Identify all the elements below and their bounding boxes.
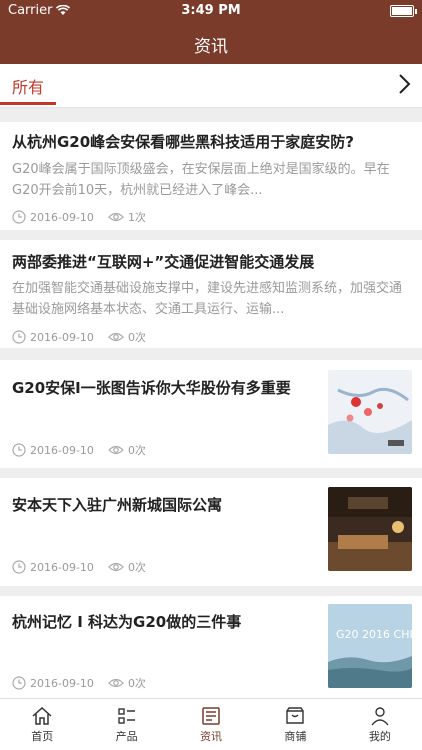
eye-icon — [108, 212, 124, 222]
article-title: 杭州记忆 I 科达为G20做的三件事 — [12, 613, 242, 631]
article-title: G20安保I一张图告诉你大华股份有多重要 — [12, 379, 291, 397]
shop-icon — [286, 706, 305, 724]
article-date: 2016-09-10 — [30, 330, 94, 344]
bottom-nav: 首页 产品 资讯 商铺 我的 — [0, 698, 422, 750]
tab-active-indicator — [0, 102, 56, 105]
article-meta: 2016-09-10 0次 — [12, 442, 146, 458]
clock-icon — [12, 560, 26, 574]
status-time: 3:49 PM — [181, 3, 241, 18]
article-views: 0次 — [127, 677, 146, 690]
list-item[interactable]: 杭州记忆 I 科达为G20做的三件事 2016-09-10 0次 G20 201… — [0, 596, 422, 698]
article-title: 安本天下入驻广州新城国际公寓 — [12, 496, 223, 514]
article-title: 从杭州G20峰会安保看哪些黑科技适用于家庭安防? — [12, 133, 354, 151]
article-thumbnail: G20 2016 CHINA — [328, 604, 412, 688]
eye-icon — [108, 562, 124, 572]
article-views: 0次 — [127, 561, 146, 574]
article-views: 1次 — [127, 211, 146, 224]
list-item[interactable]: 两部委推进“互联网+”交通促进智能交通发展 在加强智能交通基础设施支撑中，建设先… — [0, 240, 422, 348]
nav-profile[interactable]: 我的 — [338, 699, 422, 750]
nav-label: 我的 — [368, 729, 391, 743]
article-meta: 2016-09-10 0次 — [12, 559, 146, 575]
battery-icon — [390, 5, 417, 17]
article-date: 2016-09-10 — [30, 443, 94, 457]
article-views: 0次 — [127, 444, 146, 457]
clock-icon — [12, 676, 26, 690]
article-thumbnail — [328, 487, 412, 571]
article-date: 2016-09-10 — [30, 560, 94, 574]
status-bar: Carrier 3:49 PM — [0, 0, 422, 22]
nav-news[interactable]: 资讯 — [169, 699, 253, 750]
home-icon — [32, 706, 52, 725]
news-icon — [202, 706, 220, 725]
clock-icon — [12, 330, 26, 344]
article-summary: 在加强智能交通基础设施支撑中，建设先进感知监测系统，加强交通基础设施网络基本状态… — [12, 281, 403, 317]
map-thumbnail — [328, 370, 412, 454]
nav-products[interactable]: 产品 — [84, 699, 168, 750]
nav-label: 首页 — [31, 729, 54, 743]
list-item[interactable]: 安本天下入驻广州新城国际公寓 2016-09-10 0次 — [0, 478, 422, 586]
tab-all[interactable]: 所有 — [12, 74, 44, 98]
lobby-thumbnail — [328, 487, 412, 571]
article-list: 从杭州G20峰会安保看哪些黑科技适用于家庭安防? G20峰会属于国际顶级盛会，在… — [0, 108, 422, 698]
g20-thumbnail: G20 2016 CHINA — [328, 604, 412, 688]
list-item[interactable]: 从杭州G20峰会安保看哪些黑科技适用于家庭安防? G20峰会属于国际顶级盛会，在… — [0, 122, 422, 230]
clock-icon — [12, 443, 26, 457]
article-date: 2016-09-10 — [30, 210, 94, 224]
article-views: 0次 — [127, 331, 146, 344]
eye-icon — [108, 332, 124, 342]
nav-home[interactable]: 首页 — [0, 699, 84, 750]
article-date: 2016-09-10 — [30, 676, 94, 690]
user-icon — [371, 706, 389, 725]
page-title: 资讯 — [194, 37, 228, 57]
app-header: Carrier 3:49 PM 资讯 — [0, 0, 422, 64]
thumb-label: G20 2016 CHINA — [336, 628, 412, 641]
chevron-right-icon[interactable] — [398, 72, 412, 96]
clock-icon — [12, 210, 26, 224]
article-summary: G20峰会属于国际顶级盛会，在安保层面上绝对是国家级的。早在G20开会前10天，… — [12, 162, 390, 198]
article-meta: 2016-09-10 0次 — [12, 329, 146, 345]
list-icon — [117, 707, 135, 724]
article-thumbnail — [328, 370, 412, 454]
nav-shop[interactable]: 商铺 — [253, 699, 337, 750]
eye-icon — [108, 678, 124, 688]
nav-label: 资讯 — [200, 729, 223, 743]
article-meta: 2016-09-10 1次 — [12, 209, 146, 225]
nav-label: 商铺 — [284, 729, 307, 743]
list-item[interactable]: G20安保I一张图告诉你大华股份有多重要 2016-09-10 0次 — [0, 360, 422, 468]
category-tabs: 所有 — [0, 64, 422, 108]
article-meta: 2016-09-10 0次 — [12, 675, 146, 691]
nav-label: 产品 — [115, 729, 138, 743]
article-title: 两部委推进“互联网+”交通促进智能交通发展 — [12, 253, 315, 271]
eye-icon — [108, 445, 124, 455]
